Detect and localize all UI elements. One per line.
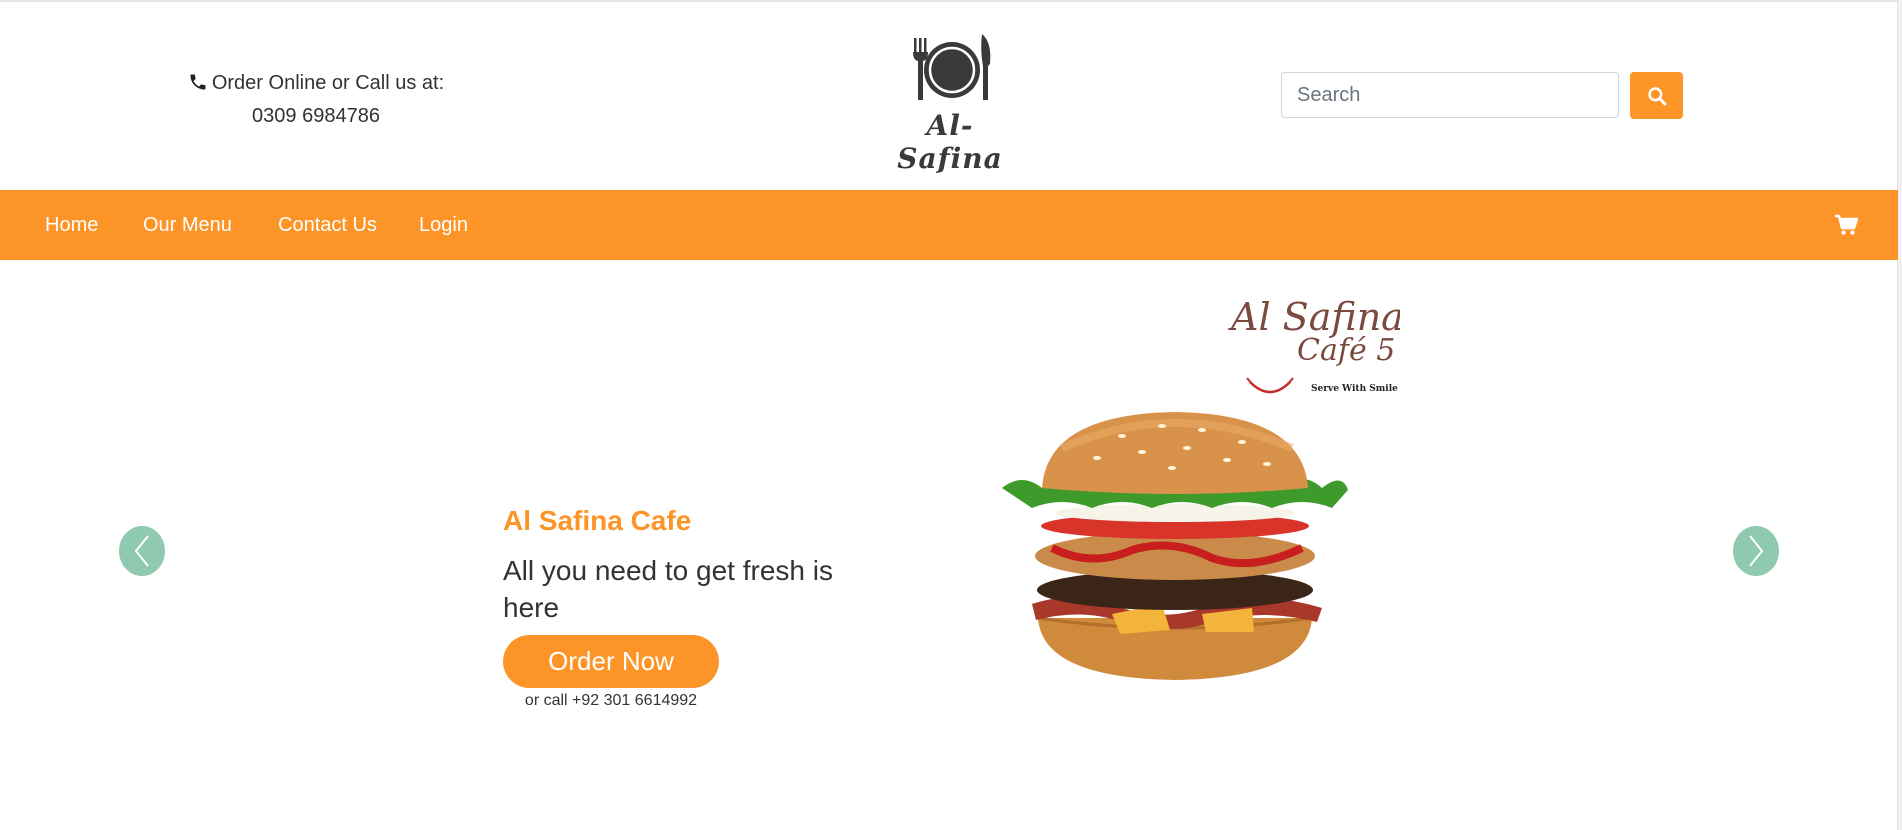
phone-icon	[188, 71, 208, 101]
promo-cafe-logo: Al Safina Café 5 Serve With Smile	[1228, 295, 1400, 394]
order-now-button[interactable]: Order Now	[503, 635, 719, 688]
burger-image	[1002, 412, 1348, 680]
hero-title: Al Safina Cafe	[503, 505, 692, 536]
hero-call-text: or call +92 301 6614992	[524, 692, 698, 709]
search-input[interactable]	[1281, 72, 1619, 118]
hero-subtitle: All you need to get fresh is here	[503, 555, 833, 623]
search-button[interactable]	[1630, 72, 1683, 119]
nav-home[interactable]: Home	[45, 190, 98, 260]
main-navbar: Home Our Menu Contact Us Login	[0, 190, 1898, 260]
scrollbar[interactable]	[1897, 0, 1902, 830]
nav-contact-us[interactable]: Contact Us	[278, 190, 377, 260]
promo-tagline: Serve With Smile	[1311, 384, 1398, 394]
shopping-cart-icon[interactable]	[1834, 214, 1859, 241]
promo-logo-line2: Café 5	[1297, 333, 1395, 368]
brand-logo[interactable]: Al-Safina	[880, 30, 1020, 175]
top-border	[0, 0, 1902, 2]
chevron-left-icon	[134, 535, 149, 567]
search-icon	[1647, 86, 1666, 105]
carousel-prev-button[interactable]	[119, 526, 165, 576]
contact-label: Order Online or Call us at:	[211, 72, 445, 94]
nav-our-menu[interactable]: Our Menu	[143, 190, 232, 260]
brand-name: Al-Safina	[897, 109, 1003, 175]
chevron-right-icon	[1749, 535, 1764, 567]
contact-info: Order Online or Call us at: 0309 6984786	[185, 68, 447, 131]
plate-fork-knife-icon	[913, 34, 991, 100]
contact-phone: 0309 6984786	[252, 105, 380, 127]
carousel-next-button[interactable]	[1733, 526, 1779, 576]
nav-login[interactable]: Login	[419, 190, 468, 260]
